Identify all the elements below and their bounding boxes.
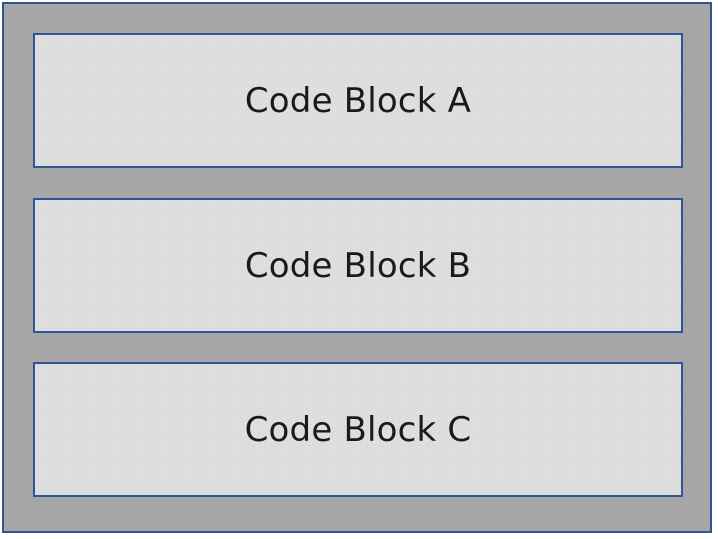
code-block-b-label: Code Block B xyxy=(244,245,472,286)
code-block-a-label: Code Block A xyxy=(244,80,472,121)
code-block-c: Code Block C xyxy=(33,362,683,497)
code-block-c-label: Code Block C xyxy=(244,409,472,450)
code-block-a: Code Block A xyxy=(33,33,683,168)
code-block-b: Code Block B xyxy=(33,198,683,333)
